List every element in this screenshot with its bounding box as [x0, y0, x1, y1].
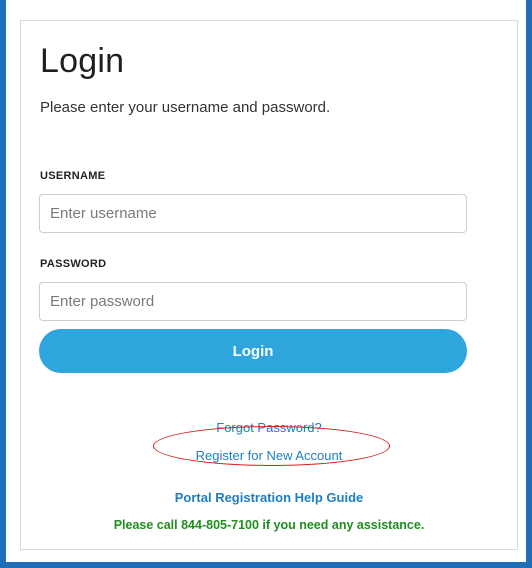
- assistance-message: Please call 844-805-7100 if you need any…: [113, 518, 425, 532]
- username-label: USERNAME: [40, 170, 106, 182]
- forgot-password-row: Forgot Password?: [20, 420, 518, 435]
- help-guide-link[interactable]: Portal Registration Help Guide: [175, 490, 364, 505]
- login-instructions: Please enter your username and password.: [40, 99, 331, 116]
- password-label: PASSWORD: [40, 258, 107, 270]
- forgot-password-link[interactable]: Forgot Password?: [216, 420, 322, 435]
- login-button[interactable]: Login: [39, 329, 467, 373]
- username-input[interactable]: [39, 194, 467, 233]
- password-input[interactable]: [39, 282, 467, 321]
- register-link[interactable]: Register for New Account: [196, 448, 343, 463]
- page-title: Login: [40, 42, 125, 80]
- register-row: Register for New Account: [20, 448, 518, 463]
- help-guide-row: Portal Registration Help Guide: [20, 490, 518, 505]
